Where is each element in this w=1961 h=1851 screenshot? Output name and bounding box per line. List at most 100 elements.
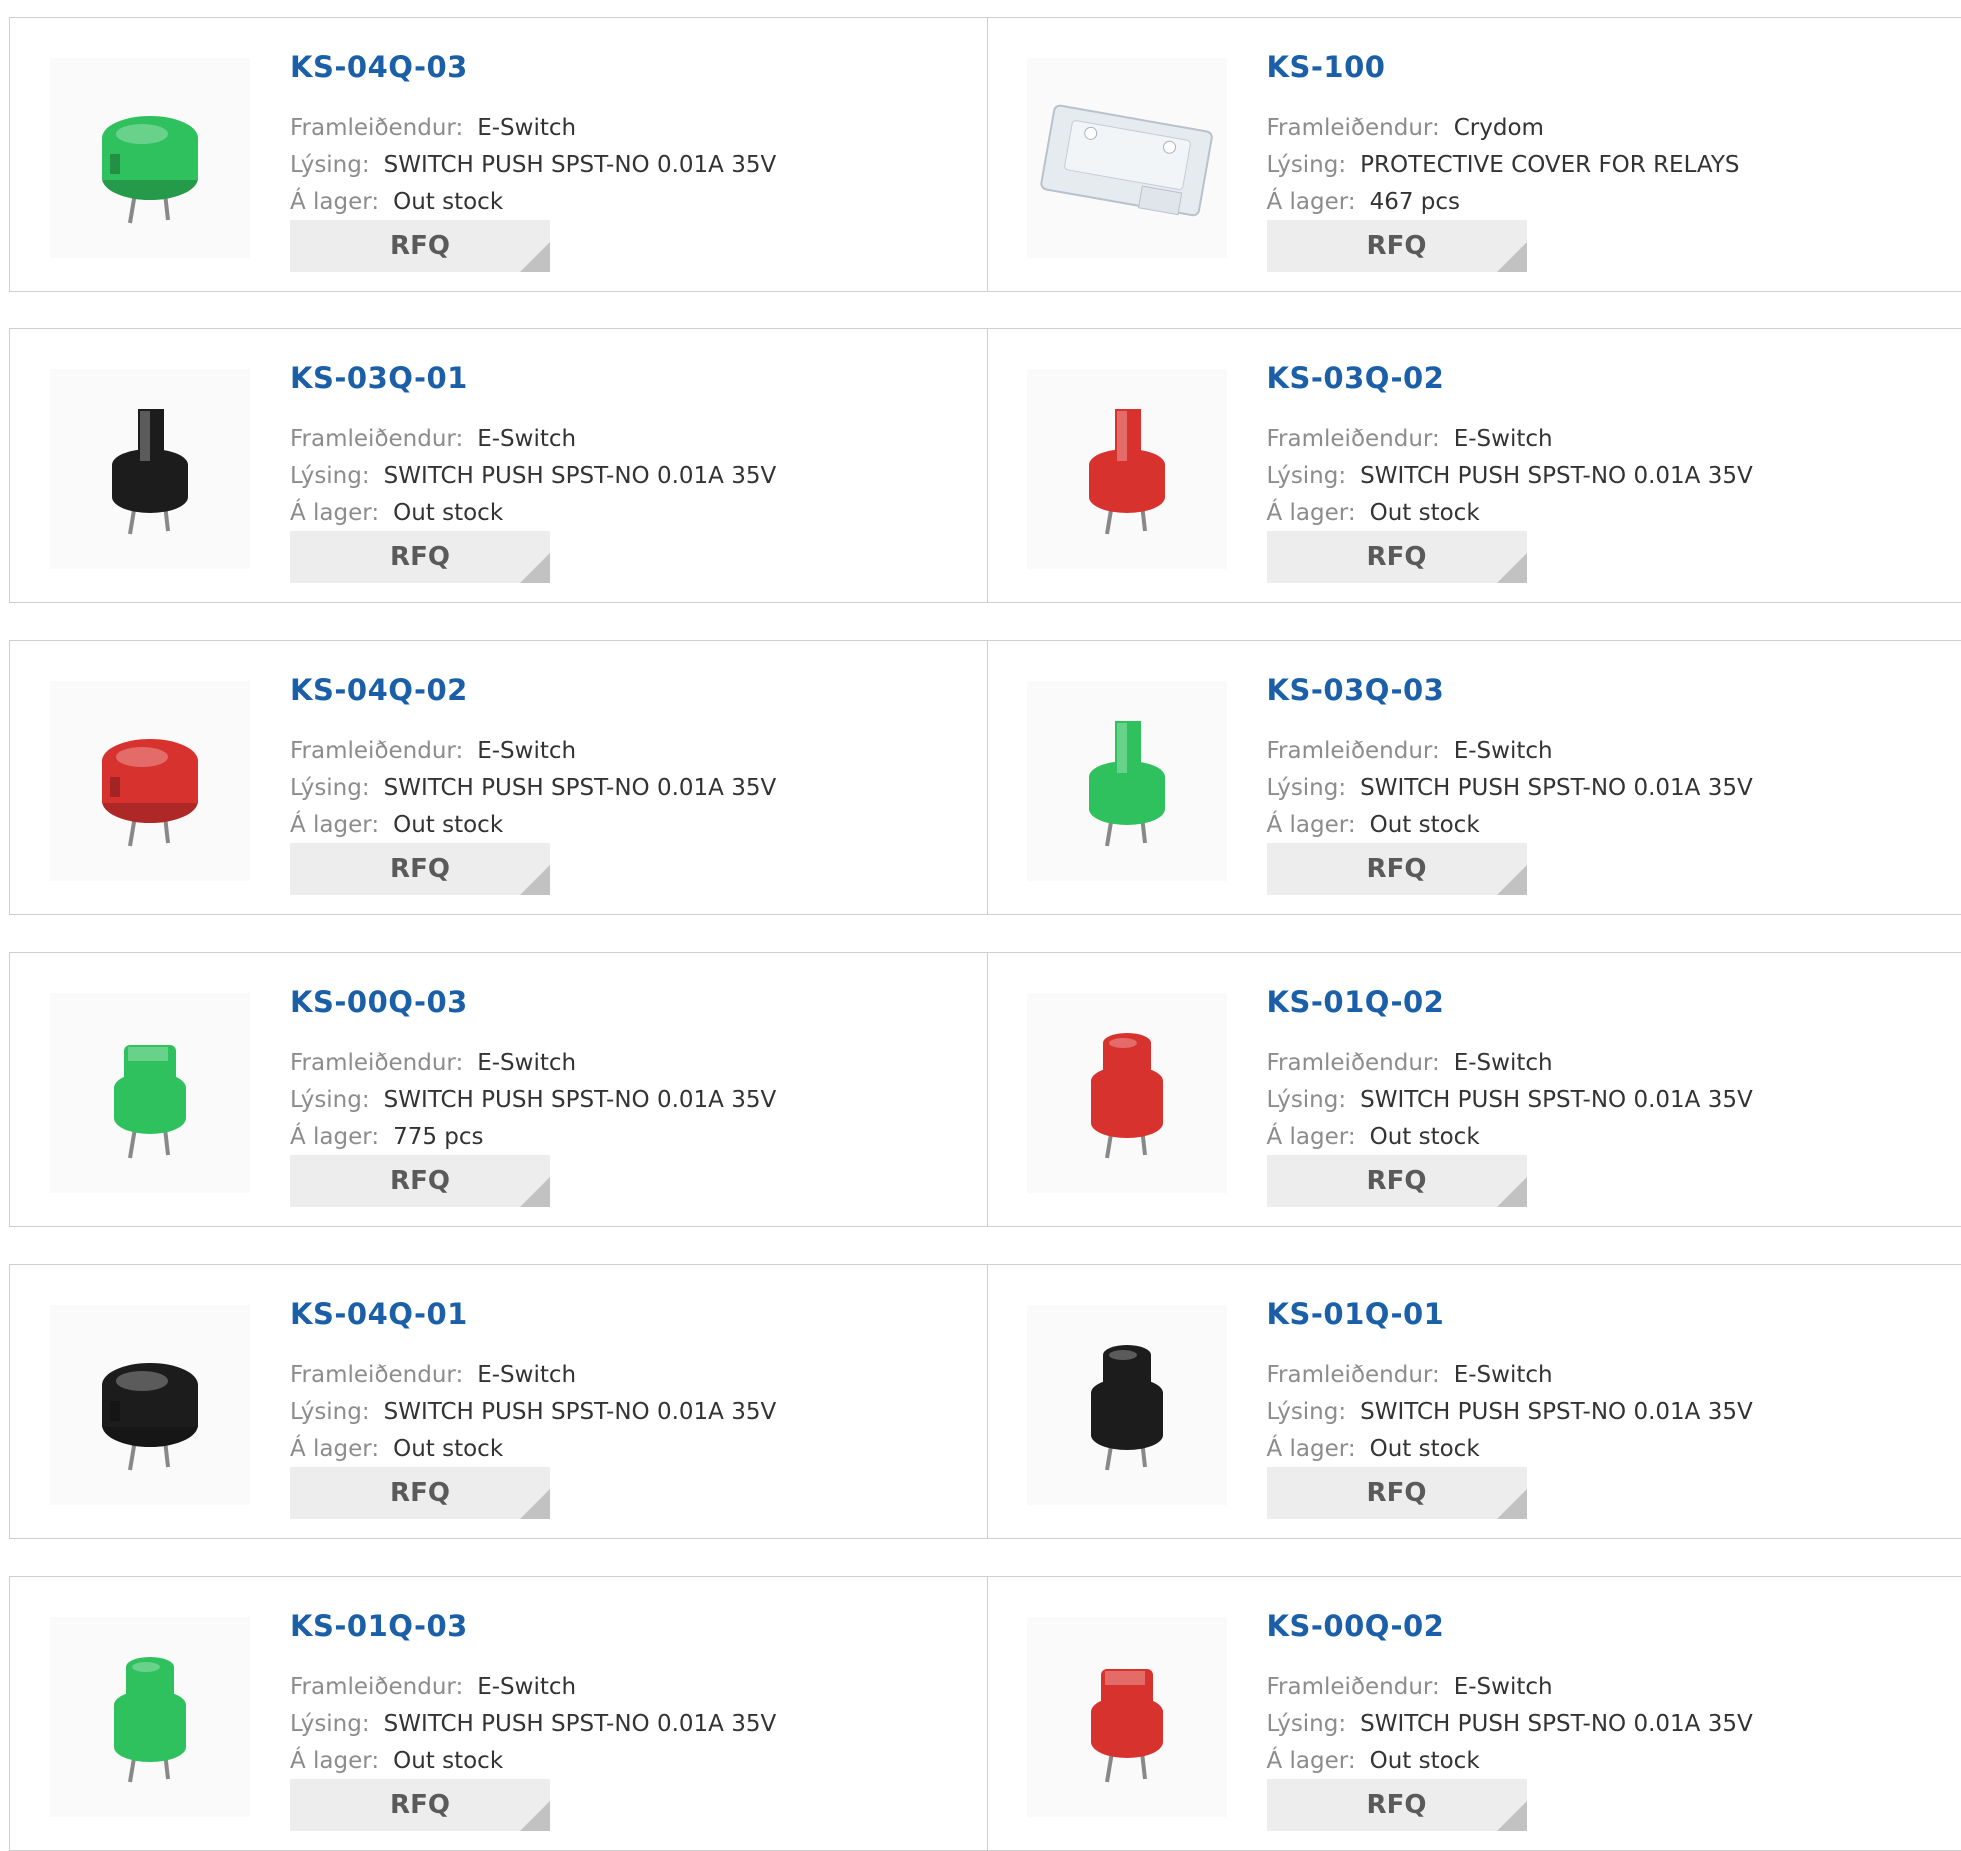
red-tall-switch-icon: [1027, 369, 1227, 569]
green-round-switch-icon: [50, 58, 250, 258]
description-row: Lýsing:SWITCH PUSH SPST-NO 0.01A 35V: [290, 463, 776, 489]
manufacturer-label: Framleiðendur:: [1267, 115, 1440, 141]
product-image[interactable]: [1027, 681, 1227, 881]
rfq-button[interactable]: RFQ: [290, 220, 550, 272]
rfq-label: RFQ: [390, 854, 450, 884]
manufacturer-row: Framleiðendur:E-Switch: [1267, 1674, 1553, 1700]
manufacturer-value: E-Switch: [477, 1674, 576, 1700]
description-value: SWITCH PUSH SPST-NO 0.01A 35V: [1360, 1711, 1753, 1737]
stock-label: Á lager:: [1267, 812, 1356, 838]
stock-row: Á lager:Out stock: [1267, 1124, 1480, 1150]
description-value: SWITCH PUSH SPST-NO 0.01A 35V: [384, 775, 777, 801]
red-square-switch-icon: [1027, 1617, 1227, 1817]
product-card: KS-03Q-01 Framleiðendur:E-Switch Lýsing:…: [10, 329, 987, 602]
rfq-button[interactable]: RFQ: [290, 1779, 550, 1831]
product-card: KS-00Q-03 Framleiðendur:E-Switch Lýsing:…: [10, 953, 987, 1226]
description-row: Lýsing:SWITCH PUSH SPST-NO 0.01A 35V: [290, 152, 776, 178]
description-value: PROTECTIVE COVER FOR RELAYS: [1360, 152, 1739, 178]
stock-value: Out stock: [1370, 812, 1480, 838]
description-label: Lýsing:: [290, 775, 370, 801]
description-row: Lýsing:SWITCH PUSH SPST-NO 0.01A 35V: [1267, 775, 1753, 801]
stock-row: Á lager:775 pcs: [290, 1124, 484, 1150]
rfq-button[interactable]: RFQ: [290, 1155, 550, 1207]
description-value: SWITCH PUSH SPST-NO 0.01A 35V: [1360, 1087, 1753, 1113]
product-image[interactable]: [50, 58, 250, 258]
rfq-button[interactable]: RFQ: [1267, 1467, 1527, 1519]
red-cylinder-switch-icon: [1027, 993, 1227, 1193]
product-image[interactable]: [1027, 58, 1227, 258]
product-title-link[interactable]: KS-04Q-03: [290, 50, 468, 84]
rfq-button[interactable]: RFQ: [290, 531, 550, 583]
stock-value: Out stock: [1370, 1124, 1480, 1150]
product-title-link[interactable]: KS-00Q-03: [290, 985, 468, 1019]
product-title-link[interactable]: KS-100: [1267, 50, 1386, 84]
product-title-link[interactable]: KS-03Q-02: [1267, 361, 1445, 395]
manufacturer-value: E-Switch: [1454, 426, 1553, 452]
stock-row: Á lager:Out stock: [290, 1436, 503, 1462]
stock-value: Out stock: [393, 500, 503, 526]
manufacturer-label: Framleiðendur:: [1267, 1362, 1440, 1388]
product-card: KS-01Q-03 Framleiðendur: E-Switch Lýsing:…: [10, 1577, 987, 1850]
product-title-link[interactable]: KS-03Q-01: [290, 361, 468, 395]
product-image[interactable]: [1027, 993, 1227, 1193]
corner-triangle-icon: [520, 1177, 550, 1207]
stock-label: Á lager:: [290, 1124, 379, 1150]
rfq-button[interactable]: RFQ: [1267, 843, 1527, 895]
product-image[interactable]: [1027, 1305, 1227, 1505]
rfq-button[interactable]: RFQ: [1267, 1779, 1527, 1831]
manufacturer-label: Framleiðendur:: [290, 426, 463, 452]
description-value: SWITCH PUSH SPST-NO 0.01A 35V: [1360, 463, 1753, 489]
rfq-button[interactable]: RFQ: [1267, 1155, 1527, 1207]
manufacturer-row: Framleiðendur:Crydom: [1267, 115, 1544, 141]
product-title-link[interactable]: KS-04Q-01: [290, 1297, 468, 1331]
stock-label: Á lager:: [1267, 1748, 1356, 1774]
product-title-link[interactable]: KS-01Q-02: [1267, 985, 1445, 1019]
product-image[interactable]: [50, 1617, 250, 1817]
rfq-label: RFQ: [390, 231, 450, 261]
black-round-switch-icon: [50, 1305, 250, 1505]
stock-label: Á lager:: [290, 1748, 379, 1774]
manufacturer-label: Framleiðendur:: [1267, 1674, 1440, 1700]
manufacturer-label: Framleiðendur:: [290, 1674, 463, 1700]
product-row: KS-04Q-01 Framleiðendur:E-Switch Lýsing:…: [9, 1264, 1961, 1539]
manufacturer-row: Framleiðendur:E-Switch: [1267, 738, 1553, 764]
product-title-link[interactable]: KS-01Q-03: [290, 1609, 468, 1643]
stock-label: Á lager:: [290, 189, 379, 215]
rfq-label: RFQ: [1367, 542, 1427, 572]
manufacturer-row: Framleiðendur:E-Switch: [1267, 1050, 1553, 1076]
stock-value: Out stock: [393, 1436, 503, 1462]
product-title-link[interactable]: KS-00Q-02: [1267, 1609, 1445, 1643]
clear-relay-cover-icon: [1027, 58, 1227, 258]
corner-triangle-icon: [520, 1489, 550, 1519]
product-row: KS-04Q-03 Framleiðendur:E-Switch Lýsing:…: [9, 17, 1961, 292]
product-title-link[interactable]: KS-03Q-03: [1267, 673, 1445, 707]
product-image[interactable]: [50, 993, 250, 1193]
description-label: Lýsing:: [1267, 1711, 1347, 1737]
description-row: Lýsing:SWITCH PUSH SPST-NO 0.01A 35V: [290, 1711, 776, 1737]
product-title-link[interactable]: KS-01Q-01: [1267, 1297, 1445, 1331]
green-cylinder-switch-icon: [50, 1617, 250, 1817]
stock-row: Á lager:Out stock: [1267, 1436, 1480, 1462]
rfq-label: RFQ: [1367, 1478, 1427, 1508]
manufacturer-label: Framleiðendur:: [1267, 738, 1440, 764]
product-image[interactable]: [50, 681, 250, 881]
product-image[interactable]: [1027, 1617, 1227, 1817]
rfq-button[interactable]: RFQ: [1267, 531, 1527, 583]
description-label: Lýsing:: [290, 152, 370, 178]
product-image[interactable]: [1027, 369, 1227, 569]
manufacturer-row: Framleiðendur: E-Switch: [290, 1674, 576, 1700]
product-card: KS-100 Framleiðendur:Crydom Lýsing:PROTE…: [987, 18, 1961, 291]
rfq-label: RFQ: [1367, 854, 1427, 884]
rfq-button[interactable]: RFQ: [1267, 220, 1527, 272]
corner-triangle-icon: [1497, 553, 1527, 583]
rfq-button[interactable]: RFQ: [290, 1467, 550, 1519]
product-image[interactable]: [50, 369, 250, 569]
manufacturer-value: E-Switch: [1454, 1362, 1553, 1388]
product-row: KS-01Q-03 Framleiðendur: E-Switch Lýsing:…: [9, 1576, 1961, 1851]
product-row: KS-03Q-01 Framleiðendur: E-Switch Lýsing:…: [9, 328, 1961, 603]
stock-row: Á lager: Out stock: [290, 500, 503, 526]
rfq-button[interactable]: RFQ: [290, 843, 550, 895]
product-title-link[interactable]: KS-04Q-02: [290, 673, 468, 707]
stock-label: Á lager:: [290, 500, 379, 526]
product-image[interactable]: [50, 1305, 250, 1505]
